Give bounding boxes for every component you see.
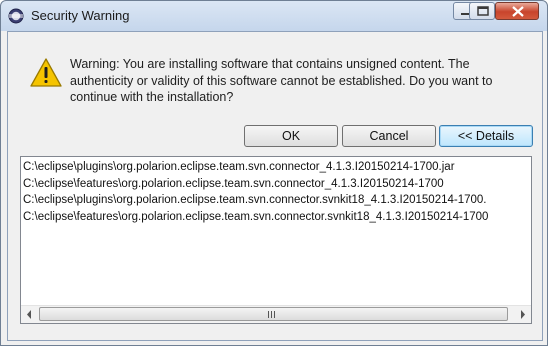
ok-button[interactable]: OK [244,125,338,147]
dialog-body: Warning: You are installing software tha… [7,31,543,341]
close-icon [512,6,524,17]
close-button[interactable] [495,2,539,20]
maximize-button[interactable] [469,2,495,20]
unsigned-content-list[interactable]: C:\eclipse\plugins\org.polarion.eclipse.… [20,156,532,324]
eclipse-app-icon [8,8,24,24]
details-button[interactable]: << Details [439,125,533,147]
title-bar[interactable]: Security Warning [1,1,547,31]
list-item[interactable]: C:\eclipse\plugins\org.polarion.eclipse.… [23,159,488,176]
window-title: Security Warning [31,8,130,23]
warning-message: Warning: You are installing software tha… [70,57,493,104]
security-warning-dialog: Security Warning Warning: You are instal… [0,0,548,346]
horizontal-scrollbar[interactable] [21,305,531,323]
scroll-right-arrow-icon[interactable] [514,306,531,323]
grip-icon [268,311,275,318]
list-item[interactable]: C:\eclipse\features\org.polarion.eclipse… [23,176,488,193]
maximize-icon [477,6,489,16]
scrollbar-thumb[interactable] [39,307,508,321]
warning-icon [30,58,62,87]
list-item[interactable]: C:\eclipse\plugins\org.polarion.eclipse.… [23,192,488,209]
scroll-left-arrow-icon[interactable] [21,306,38,323]
cancel-button[interactable]: Cancel [342,125,436,147]
list-item[interactable]: C:\eclipse\features\org.polarion.eclipse… [23,209,488,226]
